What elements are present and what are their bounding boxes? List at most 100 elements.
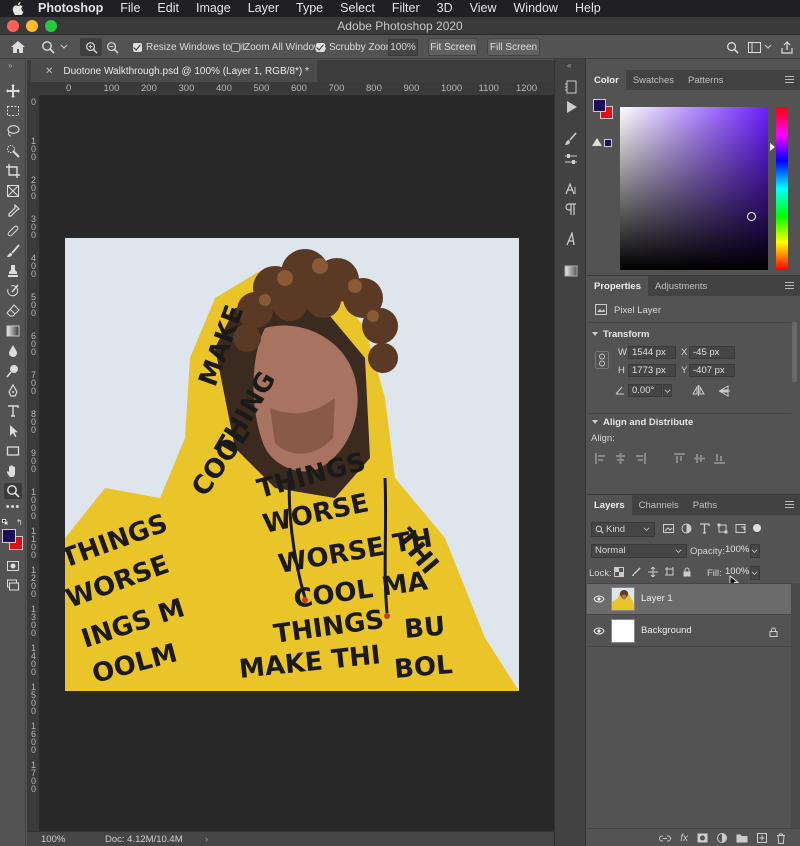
y-position-input[interactable]: -407 px: [689, 364, 735, 377]
fill-screen-button[interactable]: Fill Screen: [487, 38, 540, 56]
zoom-level-input[interactable]: 100%: [388, 39, 418, 56]
hand-tool[interactable]: [4, 463, 22, 479]
healing-brush-tool[interactable]: [4, 223, 22, 239]
character-panel-button[interactable]: [563, 181, 579, 197]
tab-channels[interactable]: Channels: [632, 495, 686, 515]
collapse-toolbar-icon[interactable]: »: [8, 61, 12, 70]
default-colors-icon[interactable]: [2, 519, 8, 525]
hue-slider-handle[interactable]: [770, 143, 775, 151]
visibility-eye-icon[interactable]: [593, 626, 605, 636]
ruler-origin[interactable]: [27, 82, 40, 96]
tab-properties[interactable]: Properties: [587, 276, 648, 296]
lock-transparent-pixels-icon[interactable]: [614, 567, 624, 577]
menu-select[interactable]: Select: [340, 0, 375, 17]
menu-3d[interactable]: 3D: [437, 0, 453, 17]
height-input[interactable]: 1773 px: [628, 364, 676, 377]
foreground-color-swatch[interactable]: [2, 529, 16, 543]
brush-tool[interactable]: [4, 243, 22, 259]
tab-color[interactable]: Color: [587, 70, 626, 90]
link-dimensions-button[interactable]: [595, 351, 609, 369]
new-group-folder-icon[interactable]: [736, 833, 748, 843]
zoom-in-button[interactable]: [80, 38, 102, 56]
pen-tool[interactable]: [4, 383, 22, 399]
history-panel-button[interactable]: [563, 79, 579, 95]
lock-all-icon[interactable]: [682, 567, 692, 577]
filter-type-icon[interactable]: [699, 523, 710, 534]
quick-selection-tool[interactable]: [4, 143, 22, 159]
new-layer-icon[interactable]: [757, 833, 767, 843]
vertical-ruler[interactable]: 0 1 0 0 2 0 0 3 0 0 4 0 0 5 0 0 6 0 0 7 0 0 8 0 …: [27, 96, 40, 831]
flip-vertical-icon[interactable]: [719, 385, 730, 397]
document-canvas[interactable]: MAKE THING COOL THINGS WORSE WORSE TH CO…: [40, 96, 554, 831]
zoom-all-windows-checkbox[interactable]: Zoom All Windows: [231, 35, 326, 59]
align-center-horizontal-icon[interactable]: [615, 453, 626, 464]
apple-logo-icon[interactable]: [12, 2, 24, 15]
panel-menu-icon[interactable]: [785, 282, 794, 289]
align-top-icon[interactable]: [674, 453, 685, 464]
layer-row-background[interactable]: Background: [587, 616, 791, 647]
lock-position-icon[interactable]: [648, 567, 658, 577]
delete-layer-trash-icon[interactable]: [776, 833, 786, 844]
clone-stamp-tool[interactable]: [4, 263, 22, 279]
color-saturation-field[interactable]: [620, 107, 768, 270]
properties-scrollbar[interactable]: [792, 322, 797, 382]
zoom-tool[interactable]: [4, 483, 22, 499]
layer-row-layer-1[interactable]: Layer 1: [587, 584, 791, 615]
panel-menu-icon[interactable]: [785, 76, 794, 83]
tab-patterns[interactable]: Patterns: [681, 70, 730, 90]
align-bottom-icon[interactable]: [714, 453, 725, 464]
align-right-icon[interactable]: [635, 453, 646, 464]
menu-app-photoshop[interactable]: Photoshop: [38, 0, 103, 17]
out-of-gamut-warning-icon[interactable]: [592, 138, 602, 146]
type-tool[interactable]: [4, 403, 22, 419]
adjust-sliders-button[interactable]: [563, 151, 579, 167]
fill-slider-button[interactable]: [750, 566, 760, 580]
new-adjustment-layer-icon[interactable]: [717, 833, 727, 843]
filter-smart-object-icon[interactable]: [735, 523, 746, 534]
tab-paths[interactable]: Paths: [686, 495, 724, 515]
menu-file[interactable]: File: [120, 0, 140, 17]
menu-type[interactable]: Type: [296, 0, 323, 17]
x-position-input[interactable]: -45 px: [689, 346, 735, 359]
transform-section-header[interactable]: Transform: [592, 329, 649, 340]
zoom-out-button[interactable]: [106, 35, 119, 59]
flip-horizontal-icon[interactable]: [692, 385, 705, 396]
tab-adjustments[interactable]: Adjustments: [648, 276, 714, 296]
menu-filter[interactable]: Filter: [392, 0, 420, 17]
opacity-slider-button[interactable]: [750, 544, 760, 558]
hue-slider[interactable]: [770, 107, 788, 270]
tab-layers[interactable]: Layers: [587, 495, 632, 515]
screen-mode-button[interactable]: [4, 577, 22, 593]
dodge-tool[interactable]: [4, 363, 22, 379]
quick-mask-button[interactable]: [4, 558, 22, 574]
filter-toggle-switch[interactable]: [753, 524, 761, 532]
width-input[interactable]: 1544 px: [628, 346, 676, 359]
expand-panels-icon[interactable]: «: [567, 61, 571, 70]
move-tool[interactable]: [4, 83, 22, 99]
glyphs-panel-button[interactable]: [563, 231, 579, 247]
status-menu-arrow-icon[interactable]: ›: [205, 834, 208, 845]
menu-image[interactable]: Image: [196, 0, 231, 17]
lasso-tool[interactable]: [4, 123, 22, 139]
swap-colors-icon[interactable]: ↰: [16, 518, 23, 527]
lock-artboard-icon[interactable]: [665, 567, 675, 577]
filter-adjustment-icon[interactable]: [681, 523, 692, 534]
visibility-eye-icon[interactable]: [593, 594, 605, 604]
color-picker-handle[interactable]: [747, 212, 756, 221]
align-section-header[interactable]: Align and Distribute: [592, 417, 693, 428]
menu-view[interactable]: View: [470, 0, 497, 17]
add-mask-icon[interactable]: [697, 833, 708, 843]
angle-dropdown-button[interactable]: [663, 384, 672, 397]
add-layer-style-icon[interactable]: fx: [680, 833, 688, 844]
fit-screen-button[interactable]: Fit Screen: [428, 38, 478, 56]
search-button[interactable]: [726, 35, 739, 59]
horizontal-ruler[interactable]: 0 100 200 300 400 500 600 700 800 900 1000 1100 1200: [40, 82, 554, 96]
path-selection-tool[interactable]: [4, 423, 22, 439]
share-button[interactable]: [781, 35, 793, 59]
color-panel-foreground-swatch[interactable]: [593, 99, 606, 112]
status-zoom-level[interactable]: 100%: [41, 834, 65, 845]
rotation-angle-input[interactable]: 0.00°: [628, 384, 662, 397]
tab-swatches[interactable]: Swatches: [626, 70, 681, 90]
opacity-input[interactable]: 100%: [722, 544, 750, 557]
zoom-tool-preset[interactable]: [41, 35, 68, 59]
